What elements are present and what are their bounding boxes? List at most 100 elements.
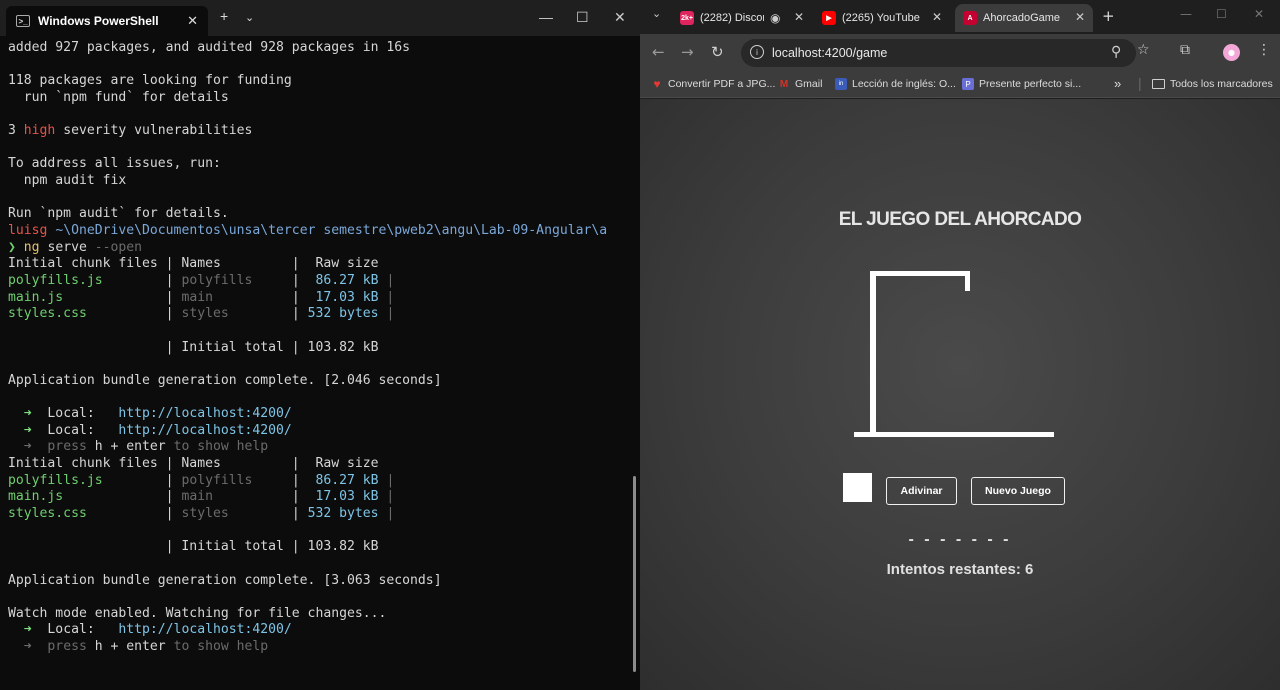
terminal-text: Local: — [47, 406, 119, 422]
chevron-down-icon[interactable]: ⌄ — [245, 11, 254, 24]
terminal-text: | — [378, 472, 395, 488]
terminal-line: Initial chunk files | Names | Raw size — [8, 256, 628, 273]
terminal-text: 3 — [8, 123, 24, 139]
bookmark-label: Lección de inglés: O... — [852, 78, 956, 90]
terminal-window[interactable]: >_ Windows PowerShell ✕ + ⌄ — ☐ ✕ added … — [0, 0, 640, 690]
letter-input[interactable] — [843, 473, 872, 502]
terminal-line: Run `npm audit` for details. — [8, 206, 628, 223]
gmail-icon: M — [779, 78, 789, 90]
youtube-icon: ▶ — [822, 11, 836, 25]
terminal-text: ➜ — [8, 406, 48, 422]
game-title: EL JUEGO DEL AHORCADO — [838, 209, 1082, 230]
extensions-icon[interactable]: ⧉ — [1180, 42, 1190, 58]
terminal-line: Watch mode enabled. Watching for file ch… — [8, 606, 628, 623]
powershell-icon: >_ — [16, 15, 30, 27]
terminal-text: polyfills — [181, 272, 253, 288]
bookmark-leccion[interactable]: in Lección de inglés: O... — [835, 78, 956, 90]
terminal-text: 17.03 kB — [315, 289, 379, 305]
terminal-text: ~\OneDrive\Documentos\unsa\tercer semest… — [55, 223, 608, 239]
bookmark-convertir[interactable]: ♥ Convertir PDF a JPG... — [651, 77, 775, 91]
maximize-icon[interactable]: ☐ — [576, 9, 589, 26]
bookmark-gmail[interactable]: M Gmail — [778, 78, 823, 90]
terminal-text: main — [181, 489, 213, 505]
window-close-icon[interactable]: ✕ — [614, 9, 626, 26]
recording-icon: ◉ — [770, 11, 781, 25]
tab-ahorcadogame[interactable]: A AhorcadoGame ✕ — [955, 4, 1093, 32]
minimize-icon[interactable]: — — [539, 9, 553, 25]
close-icon[interactable]: ✕ — [932, 10, 942, 24]
terminal-text: | — [252, 472, 316, 488]
separator: | — [1138, 75, 1142, 91]
terminal-text: | — [86, 306, 182, 322]
minimize-icon[interactable]: — — [1180, 7, 1192, 21]
angular-icon: A — [963, 11, 977, 25]
attempts-remaining: Intentos restantes: 6 — [886, 561, 1034, 578]
close-icon[interactable]: ✕ — [794, 10, 804, 24]
guess-button[interactable]: Adivinar — [886, 477, 957, 505]
bookmark-label: Presente perfecto si... — [979, 78, 1082, 90]
new-tab-icon[interactable]: + — [220, 8, 228, 24]
terminal-text: | — [378, 272, 395, 288]
close-icon[interactable]: ✕ — [187, 13, 198, 29]
new-game-button[interactable]: Nuevo Juego — [971, 477, 1065, 505]
browser-toolbar: ← → ↻ i localhost:4200/game ⚲ ☆ ⧉ ● ⋮ — [640, 34, 1280, 72]
terminal-text: | — [102, 272, 182, 288]
bookmark-star-icon[interactable]: ☆ — [1137, 42, 1150, 58]
tab-youtube[interactable]: ▶ (2265) YouTube ✕ — [814, 4, 950, 32]
back-icon[interactable]: ← — [652, 43, 665, 61]
terminal-text: http://localhost:4200/ — [118, 422, 292, 438]
terminal-text: press — [47, 639, 95, 655]
terminal-line: styles.css | styles | 532 bytes | — [8, 306, 628, 323]
terminal-tab[interactable]: >_ Windows PowerShell ✕ — [6, 6, 208, 36]
terminal-line: | Initial total | 103.82 kB — [8, 539, 628, 556]
terminal-line: npm audit fix — [8, 173, 628, 190]
terminal-line: luisg ~\OneDrive\Documentos\unsa\tercer … — [8, 223, 628, 240]
terminal-line: ❯ ng serve --open — [8, 240, 628, 257]
folder-icon — [1152, 79, 1165, 89]
all-bookmarks[interactable]: Todos los marcadores — [1152, 78, 1273, 90]
terminal-line: | Initial total | 103.82 kB — [8, 340, 628, 357]
more-bookmarks-icon[interactable]: » — [1114, 76, 1121, 91]
terminal-line: styles.css | styles | 532 bytes | — [8, 506, 628, 523]
terminal-scrollbar[interactable] — [633, 476, 636, 672]
terminal-text: | — [378, 505, 395, 521]
terminal-line: added 927 packages, and audited 928 pack… — [8, 40, 628, 57]
address-bar[interactable]: i localhost:4200/game ⚲ — [741, 39, 1136, 67]
tab-discord[interactable]: 2k+ (2282) Discord ◉ ✕ — [672, 4, 812, 32]
url-text[interactable]: localhost:4200/game — [772, 46, 887, 60]
forward-icon[interactable]: → — [681, 43, 694, 61]
menu-icon[interactable]: ⋮ — [1257, 42, 1271, 58]
site-info-icon[interactable]: i — [750, 45, 764, 59]
tab-search-icon[interactable]: ⌄ — [652, 7, 661, 20]
terminal-tab-title: Windows PowerShell — [38, 14, 159, 28]
bookmark-presente[interactable]: P Presente perfecto si... — [962, 78, 1081, 90]
terminal-text: | — [378, 306, 395, 322]
gallows-pole — [870, 271, 876, 435]
close-icon[interactable]: ✕ — [1075, 10, 1085, 24]
new-tab-icon[interactable]: + — [1102, 7, 1115, 25]
terminal-text: ➜ — [8, 422, 48, 438]
avatar[interactable]: ● — [1223, 44, 1240, 61]
terminal-text: | — [252, 272, 316, 288]
terminal-line: 3 high severity vulnerabilities — [8, 123, 628, 140]
terminal-text: h + enter — [94, 639, 166, 655]
maximize-icon[interactable]: ☐ — [1216, 7, 1227, 21]
window-close-icon[interactable]: ✕ — [1254, 7, 1264, 21]
reload-icon[interactable]: ↻ — [711, 43, 724, 61]
terminal-text: http://localhost:4200/ — [118, 406, 292, 422]
terminal-text: ➜ — [8, 639, 48, 655]
terminal-text: 118 packages are looking for funding — [8, 73, 292, 89]
terminal-line: ➜ Local: http://localhost:4200/ — [8, 423, 628, 440]
tab-label: (2265) YouTube — [842, 12, 920, 24]
terminal-output[interactable]: added 927 packages, and audited 928 pack… — [8, 40, 628, 680]
terminal-line: polyfills.js | polyfills | 86.27 kB | — [8, 473, 628, 490]
zoom-icon[interactable]: ⚲ — [1111, 44, 1121, 60]
terminal-text: To address all issues, run: — [8, 156, 221, 172]
